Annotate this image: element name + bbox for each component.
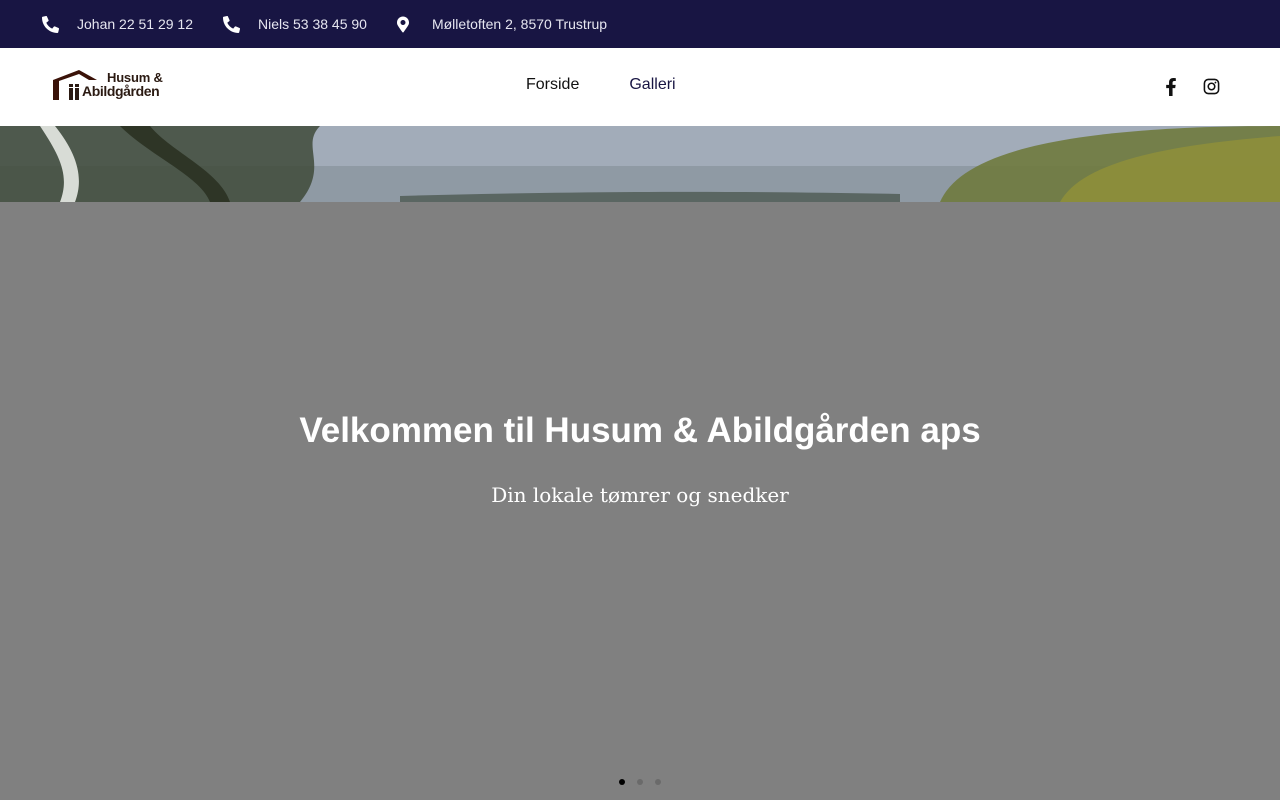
trees-photo-strip [0,126,1280,202]
slider-pagination [619,779,673,785]
hero-subtitle: Din lokale tømrer og snedker [491,483,789,507]
site-logo[interactable]: Husum & Abildgården [53,70,163,102]
phone-icon [223,15,240,33]
logo-text-line2: Abildgården [82,83,160,99]
instagram-icon [1203,78,1220,95]
contact-address-text: Mølletoften 2, 8570 Trustrup [431,16,608,32]
facebook-icon [1166,78,1176,96]
contact-niels-text: Niels 53 38 45 90 [258,16,367,32]
facebook-link[interactable] [1165,78,1177,96]
nav-forside[interactable]: Forside [526,76,579,94]
phone-icon [42,15,59,33]
nav-galleri[interactable]: Galleri [629,76,675,94]
contact-address[interactable]: Mølletoften 2, 8570 Trustrup [396,16,608,33]
hero-title: Velkommen til Husum & Abildgården aps [299,411,981,450]
contact-johan-text: Johan 22 51 29 12 [77,16,193,32]
slider-dot-1[interactable] [619,779,625,785]
map-pin-icon [396,16,409,32]
instagram-link[interactable] [1203,78,1220,95]
site-header: Husum & Abildgården Forside Galleri [0,48,1280,126]
slider-dot-3[interactable] [655,779,661,785]
hero-background-image [0,126,1280,202]
top-contact-bar: Johan 22 51 29 12 Niels 53 38 45 90 Møll… [0,0,1280,48]
slider-dot-2[interactable] [637,779,643,785]
contact-johan[interactable]: Johan 22 51 29 12 [42,15,193,33]
contact-niels[interactable]: Niels 53 38 45 90 [223,15,367,33]
main-nav: Forside Galleri [526,76,726,94]
